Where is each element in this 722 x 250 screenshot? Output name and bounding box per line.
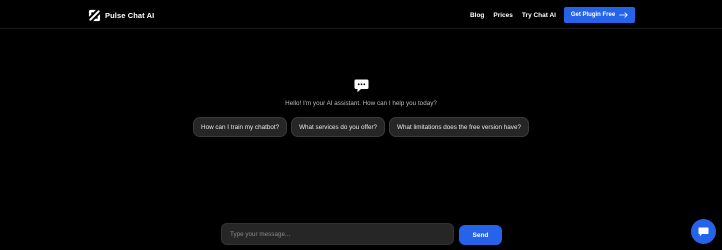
pulse-logo-icon [88, 9, 101, 21]
nav-blog-link[interactable]: Blog [470, 12, 484, 19]
brand-name: Pulse Chat AI [105, 10, 155, 20]
suggestion-chip[interactable]: What limitations does the free version h… [389, 117, 529, 137]
top-header: Pulse Chat AI Blog Prices Try Chat AI Ge… [0, 0, 722, 29]
send-button[interactable]: Send [459, 225, 502, 245]
suggestion-chip[interactable]: How can I train my chatbot? [193, 117, 288, 137]
main-nav: Blog Prices Try Chat AI Get Plugin Free [470, 7, 635, 23]
get-plugin-button[interactable]: Get Plugin Free [564, 7, 635, 23]
get-plugin-label: Get Plugin Free [570, 12, 616, 18]
nav-try-chat-link[interactable]: Try Chat AI [522, 12, 556, 19]
chat-bubble-icon [354, 79, 369, 93]
nav-prices-link[interactable]: Prices [493, 12, 513, 19]
message-input[interactable]: Type your message... [221, 223, 454, 245]
chat-widget-button[interactable] [691, 219, 716, 244]
brand-logo[interactable]: Pulse Chat AI [88, 8, 154, 22]
page: Pulse Chat AI Blog Prices Try Chat AI Ge… [0, 0, 722, 250]
suggestion-chip[interactable]: What services do you offer? [291, 117, 386, 137]
suggestion-list: How can I train my chatbot? What service… [0, 117, 722, 137]
assistant-greeting: Hello! I'm your AI assistant. How can I … [285, 100, 437, 107]
chat-widget-icon [698, 227, 709, 236]
arrow-right-icon [619, 12, 628, 18]
